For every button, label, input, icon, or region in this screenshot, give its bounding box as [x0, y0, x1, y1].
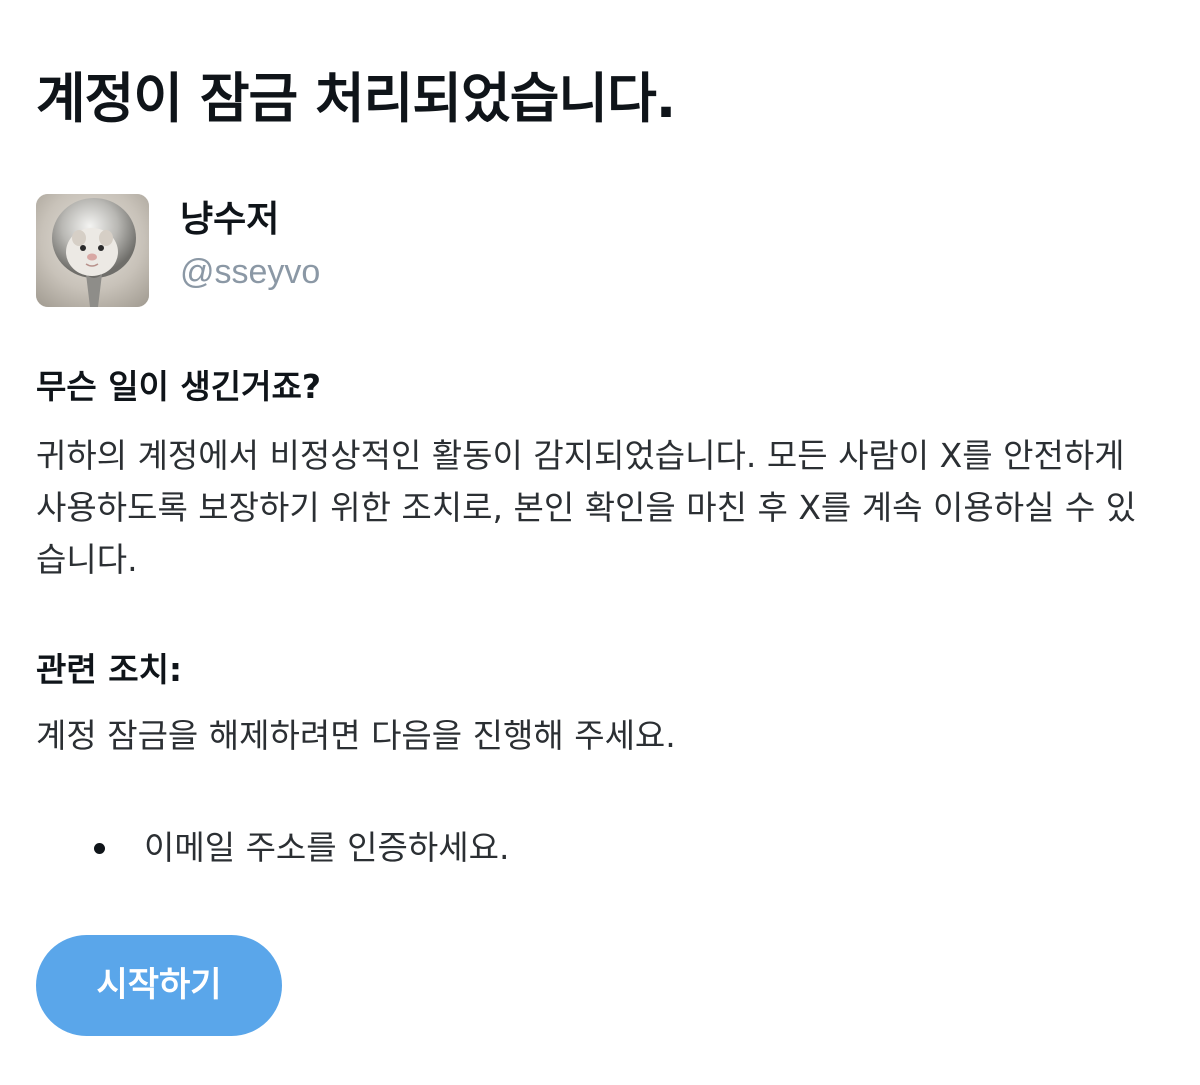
what-happened-heading: 무슨 일이 생긴거죠?: [36, 367, 322, 406]
display-name: 냥수저: [180, 199, 280, 240]
steps-list: 이메일 주소를 인증하세요.: [94, 822, 509, 874]
start-button[interactable]: 시작하기: [36, 935, 282, 1036]
page-title: 계정이 잠금 처리되었습니다.: [36, 67, 676, 130]
cat-on-spoon-avatar-icon: [36, 194, 149, 307]
step-text: 이메일 주소를 인증하세요.: [144, 828, 510, 867]
user-handle: @sseyvo: [180, 253, 321, 291]
avatar: [36, 194, 149, 307]
profile-card: 냥수저 @sseyvo: [36, 194, 636, 308]
list-item: 이메일 주소를 인증하세요.: [94, 822, 509, 874]
account-locked-page: 계정이 잠금 처리되었습니다. 냥수저 @sseyvo 무슨 일이 생긴거죠? …: [0, 0, 1200, 1085]
what-happened-text: 귀하의 계정에서 비정상적인 활동이 감지되었습니다. 모든 사람이 X를 안전…: [36, 436, 1137, 579]
actions-text: 계정 잠금을 해제하려면 다음을 진행해 주세요.: [36, 716, 676, 755]
actions-heading: 관련 조치:: [36, 650, 183, 689]
bullet-dot-icon: [94, 843, 105, 854]
